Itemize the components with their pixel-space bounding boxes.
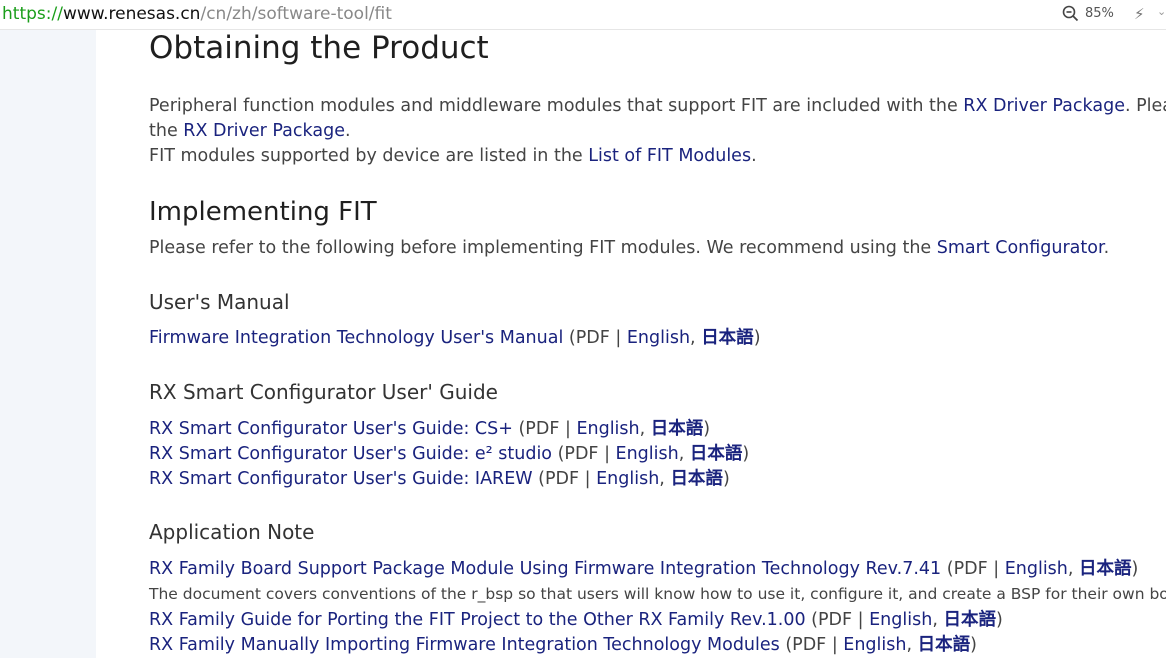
left-sidebar	[0, 30, 96, 658]
text: (PDF |	[779, 635, 844, 655]
lightning-icon[interactable]: ⚡	[1134, 5, 1145, 23]
doc-row-manual-import: RX Family Manually Importing Firmware In…	[149, 634, 977, 656]
application-note-title: Application Note	[149, 520, 315, 544]
english-link[interactable]: English	[596, 469, 659, 489]
text: ,	[639, 419, 651, 439]
text: (PDF |	[805, 610, 870, 630]
address-bar[interactable]: https://www.renesas.cn/cn/zh/software-to…	[0, 0, 1166, 30]
implementing-text: Please refer to the following before imp…	[149, 237, 1109, 259]
chevron-down-icon[interactable]: ⌄	[1157, 5, 1166, 18]
obtain-paragraph-1: Peripheral function modules and middlewa…	[149, 95, 1166, 117]
url-text[interactable]: https://www.renesas.cn/cn/zh/software-to…	[2, 4, 392, 24]
doc-row-sc-csplus: RX Smart Configurator User's Guide: CS+ …	[149, 418, 710, 440]
text: ,	[906, 635, 918, 655]
text: ,	[932, 610, 944, 630]
text: Please refer to the following before imp…	[149, 238, 937, 258]
text: ,	[659, 469, 671, 489]
english-link[interactable]: English	[627, 328, 690, 348]
text: the	[149, 121, 184, 141]
obtaining-title: Obtaining the Product	[149, 30, 489, 66]
text: .	[1103, 238, 1110, 258]
obtain-paragraph-2: the RX Driver Package.	[149, 120, 351, 142]
doc-row-bsp: RX Family Board Support Package Module U…	[149, 558, 1138, 580]
japanese-link[interactable]: 日本語	[690, 444, 743, 464]
text: )	[742, 444, 750, 464]
text: ,	[690, 328, 702, 348]
bsp-description: The document covers conventions of the r…	[149, 585, 1166, 603]
zoom-level: 85%	[1085, 6, 1114, 21]
english-link[interactable]: English	[869, 610, 932, 630]
rx-driver-package-link[interactable]: RX Driver Package	[963, 96, 1125, 116]
zoom-icon	[1062, 5, 1079, 22]
text: )	[1131, 559, 1139, 579]
english-link[interactable]: English	[616, 444, 679, 464]
url-host: www.renesas.cn	[62, 4, 201, 24]
smart-configurator-link[interactable]: Smart Configurator	[937, 238, 1104, 258]
text: Peripheral function modules and middlewa…	[149, 96, 964, 116]
manual-import-link[interactable]: RX Family Manually Importing Firmware In…	[149, 635, 780, 655]
english-link[interactable]: English	[843, 635, 906, 655]
url-path: /cn/zh/software-tool/fit	[200, 4, 392, 24]
url-scheme: https://	[2, 4, 63, 24]
text: )	[753, 328, 761, 348]
text: . Please do	[1124, 96, 1166, 116]
text: (PDF |	[552, 444, 616, 464]
text: (PDF |	[563, 328, 627, 348]
text: FIT modules supported by device are list…	[149, 146, 589, 166]
rx-driver-package-link-2[interactable]: RX Driver Package	[183, 121, 345, 141]
text: )	[722, 469, 730, 489]
japanese-link[interactable]: 日本語	[701, 328, 754, 348]
users-manual-title: User's Manual	[149, 290, 290, 314]
text: )	[703, 419, 711, 439]
english-link[interactable]: English	[1005, 559, 1068, 579]
text: ,	[1067, 559, 1080, 579]
text: .	[344, 121, 351, 141]
doc-row-porting: RX Family Guide for Porting the FIT Proj…	[149, 609, 1003, 631]
zoom-indicator[interactable]: 85%	[1062, 5, 1114, 22]
japanese-link[interactable]: 日本語	[918, 635, 971, 655]
japanese-link[interactable]: 日本語	[651, 419, 704, 439]
porting-guide-link[interactable]: RX Family Guide for Porting the FIT Proj…	[149, 610, 806, 630]
text: )	[995, 610, 1003, 630]
fit-modules-list-link[interactable]: List of FIT Modules	[588, 146, 751, 166]
bsp-module-link[interactable]: RX Family Board Support Package Module U…	[149, 559, 941, 579]
text: (PDF |	[941, 559, 1005, 579]
japanese-link[interactable]: 日本語	[1079, 559, 1132, 579]
text: (PDF |	[512, 419, 577, 439]
sc-guide-iarew-link[interactable]: RX Smart Configurator User's Guide: IARE…	[149, 469, 533, 489]
japanese-link[interactable]: 日本語	[943, 610, 996, 630]
implementing-title: Implementing FIT	[149, 197, 377, 227]
doc-row-sc-iarew: RX Smart Configurator User's Guide: IARE…	[149, 468, 730, 490]
text: )	[970, 635, 977, 655]
text: (PDF |	[532, 469, 597, 489]
fit-user-manual-link[interactable]: Firmware Integration Technology User's M…	[149, 328, 563, 348]
doc-row-sc-e2studio: RX Smart Configurator User's Guide: e² s…	[149, 443, 749, 465]
japanese-link[interactable]: 日本語	[670, 469, 723, 489]
smart-config-guide-title: RX Smart Configurator User' Guide	[149, 380, 498, 404]
doc-row-user-manual: Firmware Integration Technology User's M…	[149, 327, 761, 349]
english-link[interactable]: English	[576, 419, 639, 439]
text: ,	[678, 444, 690, 464]
text: .	[751, 146, 757, 166]
sc-guide-e2studio-link[interactable]: RX Smart Configurator User's Guide: e² s…	[149, 444, 552, 464]
sc-guide-csplus-link[interactable]: RX Smart Configurator User's Guide: CS+	[149, 419, 513, 439]
obtain-paragraph-3: FIT modules supported by device are list…	[149, 145, 757, 167]
